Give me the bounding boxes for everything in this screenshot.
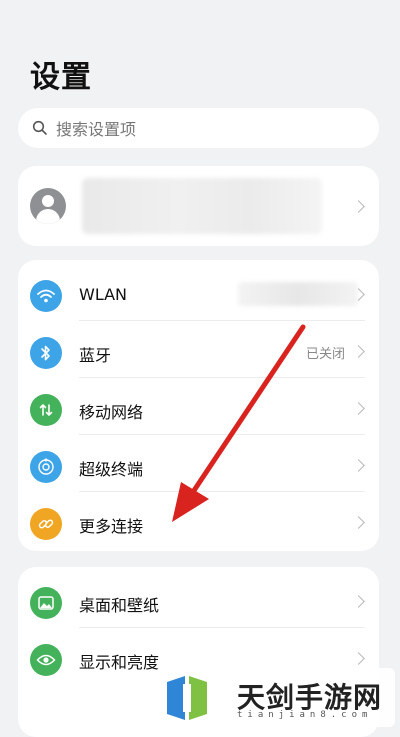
eye-icon bbox=[30, 644, 62, 676]
settings-item-wlan[interactable]: WLAN bbox=[18, 264, 379, 321]
avatar bbox=[30, 188, 66, 224]
bluetooth-icon bbox=[30, 337, 62, 369]
settings-item-label: 更多连接 bbox=[79, 517, 144, 536]
settings-item-label: 显示和亮度 bbox=[79, 653, 160, 672]
chevron-right-icon bbox=[352, 516, 365, 529]
settings-item-label: WLAN bbox=[79, 285, 128, 304]
settings-item-wallpaper[interactable]: 桌面和壁纸 bbox=[18, 571, 379, 628]
bluetooth-status: 已关闭 bbox=[305, 347, 345, 362]
page-title: 设置 bbox=[30, 60, 92, 95]
settings-item-label: 移动网络 bbox=[79, 403, 144, 422]
settings-item-label: 超级终端 bbox=[79, 460, 144, 479]
search-bar[interactable]: 搜索设置项 bbox=[18, 108, 379, 148]
chevron-right-icon bbox=[352, 652, 365, 665]
settings-item-super-device[interactable]: 超级终端 bbox=[18, 435, 379, 492]
watermark-logo-icon bbox=[167, 676, 207, 720]
settings-item-more-connections[interactable]: 更多连接 bbox=[18, 492, 379, 549]
chevron-right-icon bbox=[352, 345, 365, 358]
chevron-right-icon bbox=[352, 402, 365, 415]
link-icon bbox=[30, 508, 62, 540]
settings-item-label: 蓝牙 bbox=[79, 346, 112, 365]
watermark: 天剑手游网 tianjian8.com bbox=[155, 668, 395, 727]
wallpaper-icon bbox=[30, 587, 62, 619]
settings-item-mobile-network[interactable]: 移动网络 bbox=[18, 378, 379, 435]
settings-item-label: 桌面和壁纸 bbox=[79, 596, 160, 615]
settings-item-bluetooth[interactable]: 蓝牙 已关闭 bbox=[18, 321, 379, 378]
wlan-name-blurred bbox=[238, 282, 358, 306]
account-card[interactable] bbox=[18, 166, 379, 246]
super-device-icon bbox=[30, 451, 62, 483]
account-name-blurred bbox=[82, 178, 322, 234]
chevron-right-icon bbox=[352, 200, 365, 213]
search-input[interactable]: 搜索设置项 bbox=[56, 116, 136, 140]
chevron-right-icon bbox=[352, 459, 365, 472]
mobile-network-icon bbox=[30, 394, 62, 426]
wifi-icon bbox=[30, 280, 62, 312]
connectivity-group: WLAN 蓝牙 已关闭 移动网络 超级终端 更多连接 bbox=[18, 260, 379, 551]
watermark-url: tianjian8.com bbox=[237, 710, 373, 720]
chevron-right-icon bbox=[352, 595, 365, 608]
search-icon bbox=[32, 120, 47, 135]
